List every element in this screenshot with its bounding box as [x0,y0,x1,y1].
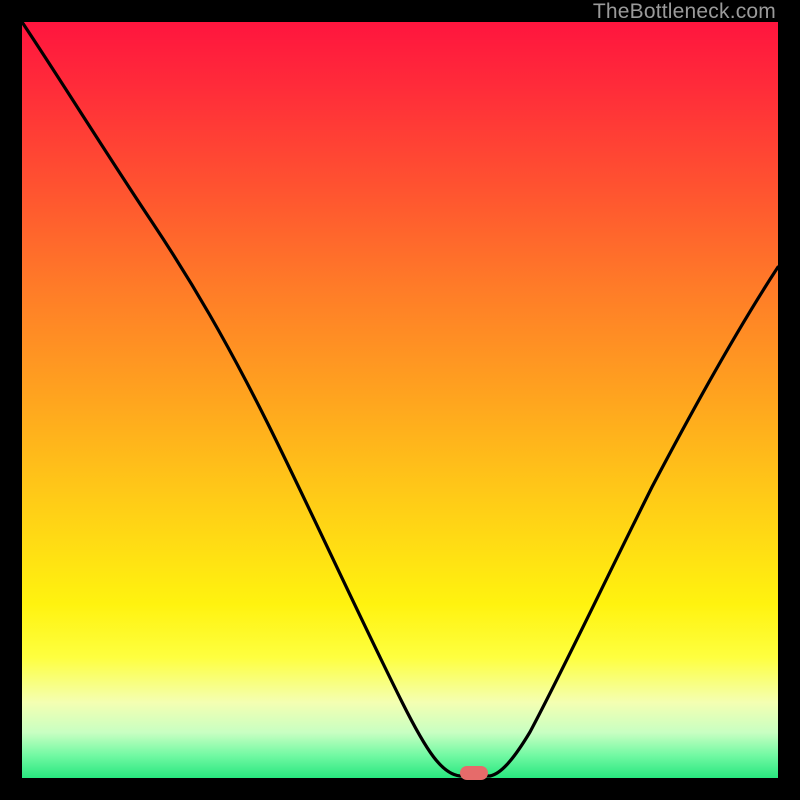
plot-area [22,22,778,778]
chart-frame: TheBottleneck.com [0,0,800,800]
optimal-marker [460,766,488,780]
watermark-text: TheBottleneck.com [593,0,776,24]
curve-layer [22,22,778,778]
bottleneck-curve [22,22,778,776]
